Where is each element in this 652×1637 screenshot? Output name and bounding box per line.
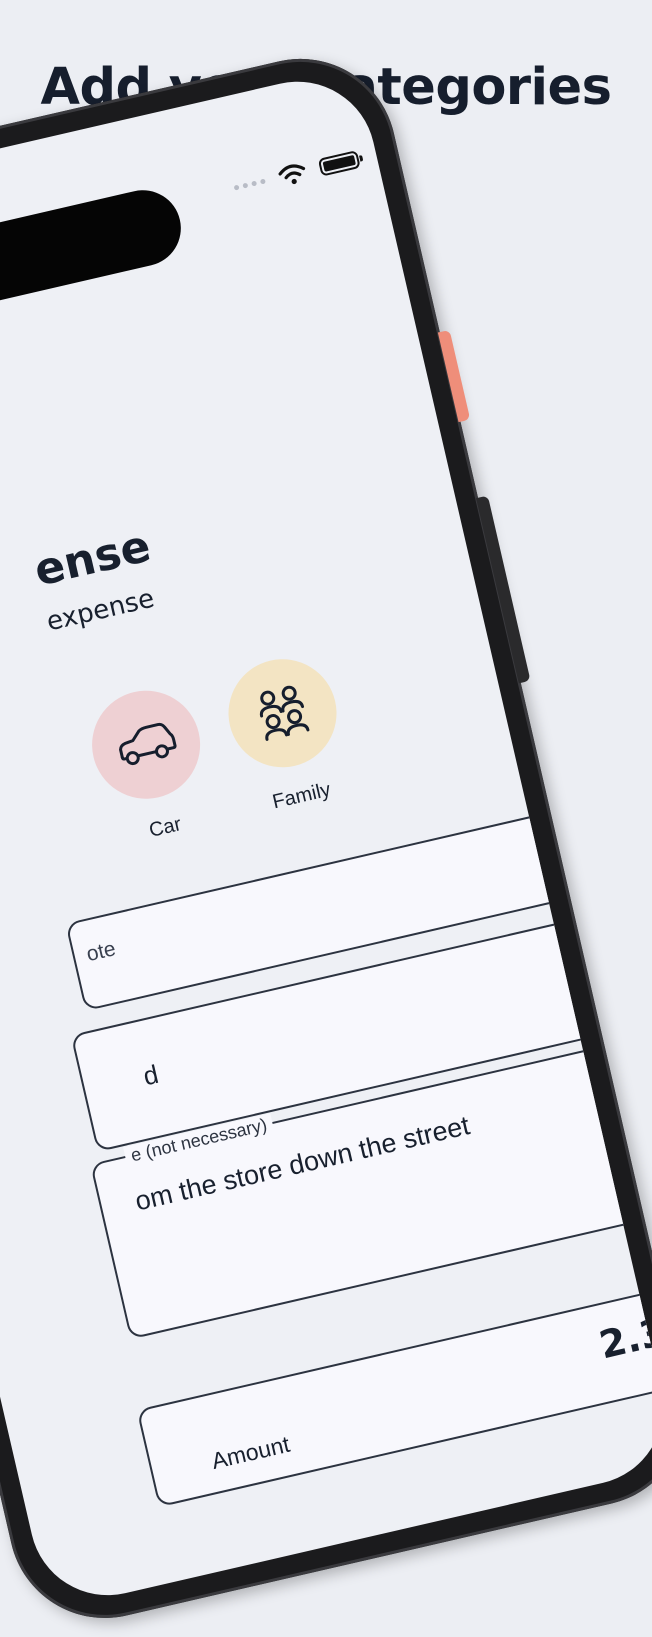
dynamic-island xyxy=(0,182,189,338)
family-icon xyxy=(259,685,310,741)
status-bar xyxy=(232,148,362,198)
amount-field-value: 2.30 xyxy=(595,1303,652,1368)
category-family[interactable]: Family xyxy=(217,648,357,819)
category-car[interactable]: Car xyxy=(81,679,220,851)
phone-mockup: ense expense Car Family ote d e (not nec… xyxy=(0,39,652,1637)
category-family-circle xyxy=(217,648,348,779)
amount-field-label: Amount xyxy=(209,1430,293,1474)
battery-icon xyxy=(317,150,361,177)
wifi-icon xyxy=(278,164,306,185)
note-field-label: ote xyxy=(84,937,118,967)
category-car-circle xyxy=(81,679,211,810)
signal-icon xyxy=(233,178,266,191)
car-icon xyxy=(119,722,177,766)
page-title: ense xyxy=(29,520,156,597)
category-car-label: Car xyxy=(147,813,184,842)
name-field-value: d xyxy=(140,1058,162,1092)
category-family-label: Family xyxy=(270,778,333,814)
